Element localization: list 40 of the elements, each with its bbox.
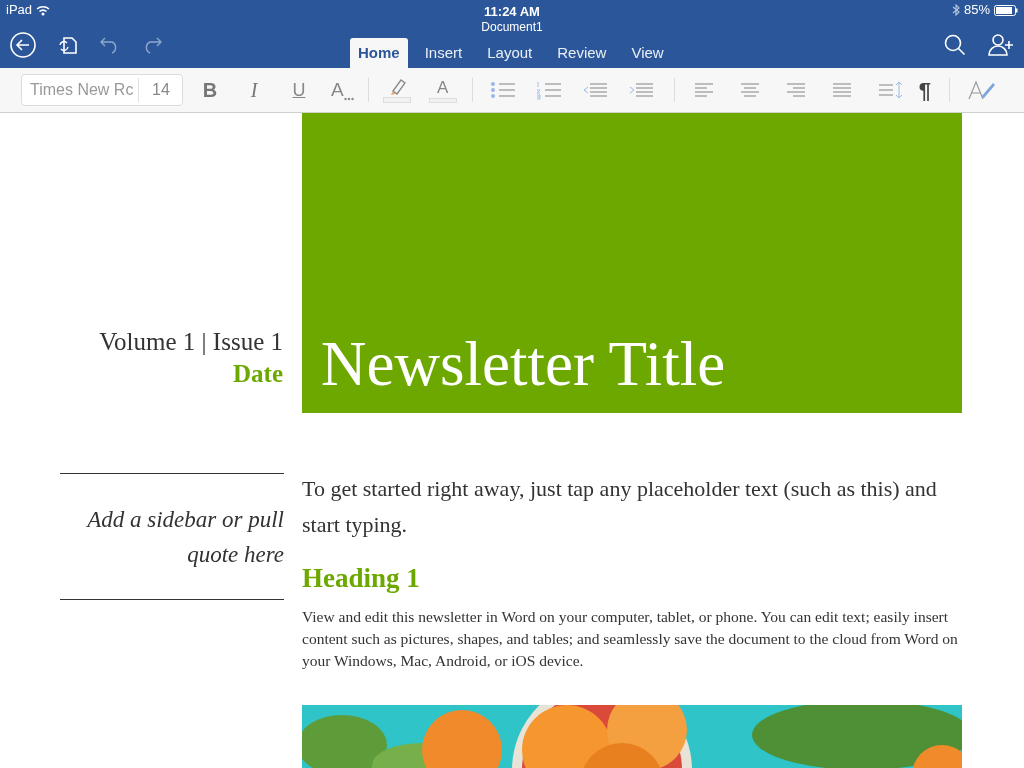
bold-button[interactable]: B [201, 75, 219, 105]
pull-quote: Add a sidebar or pull quote here [85, 505, 284, 569]
numbered-list-icon[interactable] [535, 80, 564, 100]
italic-button[interactable]: I [247, 75, 261, 105]
battery-icon [994, 4, 1018, 16]
heading-text: Heading 1 [302, 562, 421, 595]
back-icon[interactable] [10, 32, 36, 58]
underline-button[interactable]: U [291, 76, 307, 104]
format-painter-icon[interactable] [967, 79, 996, 101]
styles-button[interactable]: A [331, 75, 354, 105]
battery-percent: 85% [963, 1, 990, 20]
search-icon[interactable] [944, 34, 966, 56]
increase-indent-icon[interactable] [627, 80, 656, 100]
sync-document-icon[interactable] [58, 35, 78, 55]
body-paragraph: View and edit this newsletter in Word on your computer, tablet, or phone. You can edit text; easily insert content such as pictures, shapes, and tables; and seamlessly save the document to the cloud from Word on your Windows, Mac, Android, or iOS device. [302, 607, 959, 671]
device-name: iPad [6, 1, 33, 20]
ribbon-tab[interactable]: Review [549, 38, 615, 68]
add-person-icon[interactable] [988, 34, 1014, 56]
ribbon-tab[interactable]: Insert [416, 38, 471, 68]
line-spacing-icon[interactable] [876, 80, 905, 100]
font-size-field[interactable]: 14 [139, 78, 170, 102]
paragraph-marks-button[interactable]: ¶ [918, 73, 931, 107]
volume-issue: Volume 1 | Issue 1 [98, 327, 283, 357]
wifi-icon [36, 4, 51, 16]
ellipsis-icon [343, 97, 354, 102]
clock-time: 11:24 AM [484, 3, 540, 21]
font-color-button[interactable]: A [428, 77, 457, 103]
bullet-list-icon[interactable] [489, 80, 518, 100]
newsletter-title: Newsletter Title [321, 329, 726, 399]
document-title: Document1 [481, 19, 543, 36]
decrease-indent-icon[interactable] [581, 80, 610, 100]
font-selector[interactable]: Times New Rc 14 [21, 74, 183, 106]
bluetooth-icon [951, 4, 960, 16]
highlighter-icon[interactable] [382, 77, 411, 103]
ribbon-tab[interactable]: Layout [479, 38, 541, 68]
intro-paragraph: To get started right away, just tap any placeholder text (such as this) and start typing. [302, 475, 938, 539]
font-name-field[interactable]: Times New Rc [22, 78, 139, 102]
ribbon-tab[interactable]: View [623, 38, 672, 68]
date-text: Date [232, 359, 283, 389]
ribbon-tab[interactable]: Home [350, 38, 408, 68]
